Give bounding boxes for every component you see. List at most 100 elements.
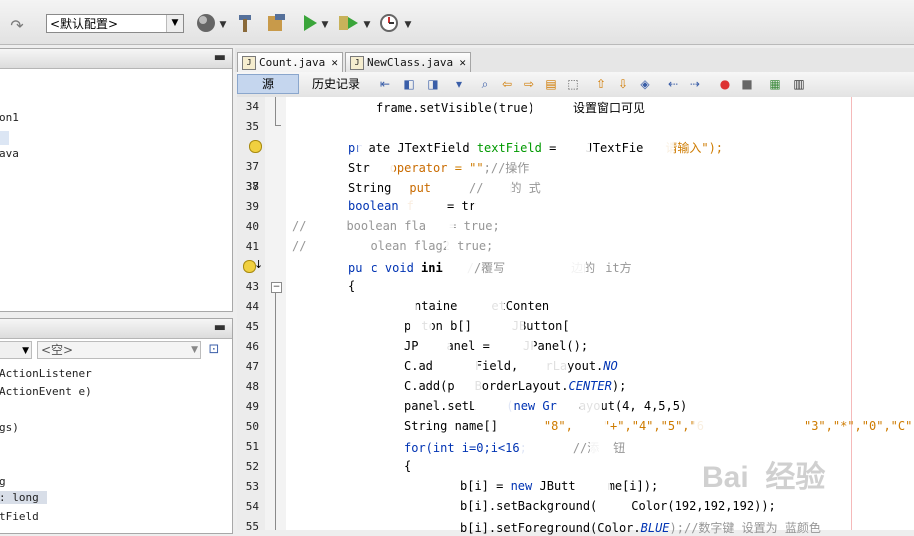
code-line-49: panel.setL (new Gr ayout(4, 4,5,5) bbox=[404, 399, 688, 413]
toggle-highlight-icon[interactable]: ▤ bbox=[543, 76, 559, 92]
privacy-blur bbox=[460, 376, 482, 394]
privacy-blur bbox=[504, 416, 544, 434]
privacy-blur bbox=[504, 336, 534, 354]
shift-left-icon[interactable]: ⇠ bbox=[665, 76, 681, 92]
filter-options-icon[interactable]: ⊡ bbox=[205, 341, 223, 359]
privacy-blur bbox=[640, 256, 680, 274]
code-line-53: b[i] = new JButt me[i]); bbox=[460, 479, 659, 493]
run-icon[interactable] bbox=[300, 12, 320, 34]
find-previous-icon[interactable]: ⇦ bbox=[499, 76, 515, 92]
line-number: 45 bbox=[245, 320, 259, 333]
privacy-blur bbox=[358, 138, 368, 154]
uncomment-icon[interactable]: ▥ bbox=[791, 76, 807, 92]
close-icon[interactable]: ✕ bbox=[459, 53, 466, 73]
forward-icon[interactable]: ◨ bbox=[425, 76, 441, 92]
line-number: 34 bbox=[245, 100, 259, 113]
navigator-item[interactable]: ActionEvent e) bbox=[0, 385, 92, 398]
right-margin-line bbox=[851, 97, 852, 530]
filter-field[interactable]: <空> ▼ bbox=[37, 341, 201, 359]
shift-right-icon[interactable]: ⇢ bbox=[687, 76, 703, 92]
globe-icon[interactable] bbox=[194, 12, 218, 34]
privacy-blur bbox=[340, 236, 362, 254]
toggle-bookmark-icon[interactable]: ◈ bbox=[637, 76, 653, 92]
watermark: Bai 经验 bbox=[702, 461, 826, 494]
next-bookmark-icon[interactable]: ⇩ bbox=[615, 76, 631, 92]
main-toolbar: ↷ <默认配置> ▼ ▼ ▼ ▼ ▼ bbox=[0, 0, 914, 45]
code-line-42: puc void ini//覆写边的it方 bbox=[348, 261, 632, 275]
line-number: 35 bbox=[245, 120, 259, 133]
java-file-icon: J bbox=[350, 56, 364, 70]
profile-icon[interactable] bbox=[378, 12, 400, 34]
privacy-blur bbox=[410, 316, 432, 334]
filter-field-value: <空> bbox=[41, 343, 74, 357]
fold-line bbox=[275, 293, 276, 530]
source-button[interactable]: 源 bbox=[237, 74, 299, 94]
dropdown-icon[interactable]: ▾ bbox=[451, 76, 467, 92]
code-line-50: String name[] "8", "+","4","5","6 "3","*","… bbox=[404, 419, 914, 433]
chevron-down-icon[interactable]: ▼ bbox=[166, 15, 183, 32]
code-line-47: C.ad Field, rLayout.NO bbox=[404, 359, 618, 373]
hint-bulb-icon[interactable] bbox=[249, 140, 262, 153]
back-icon[interactable]: ◧ bbox=[401, 76, 417, 92]
tab-count-java[interactable]: J Count.java ✕ bbox=[237, 52, 343, 72]
line-number: 48 bbox=[245, 380, 259, 393]
privacy-blur bbox=[474, 396, 514, 414]
previous-bookmark-icon[interactable]: ⇧ bbox=[593, 76, 609, 92]
java-file-icon: J bbox=[242, 56, 256, 70]
line-number: 39 bbox=[245, 200, 259, 213]
fold-toggle-icon[interactable]: − bbox=[271, 282, 282, 293]
navigator-item[interactable]: ActionListener bbox=[0, 367, 92, 380]
projects-panel: ▬ on1 ava bbox=[0, 48, 233, 312]
debug-icon[interactable] bbox=[336, 12, 360, 34]
line-number: 40 bbox=[245, 220, 259, 233]
line-number: 37 bbox=[245, 160, 259, 173]
privacy-blur bbox=[490, 176, 512, 194]
stop-macro-icon[interactable]: ■ bbox=[739, 76, 755, 92]
minimize-icon[interactable]: ▬ bbox=[214, 51, 226, 64]
navigator-item[interactable]: g bbox=[0, 475, 6, 488]
privacy-blur bbox=[392, 176, 410, 194]
privacy-blur bbox=[650, 136, 674, 154]
tab-newclass-java[interactable]: J NewClass.java ✕ bbox=[345, 52, 471, 72]
find-next-icon[interactable]: ⇨ bbox=[521, 76, 537, 92]
code-line-40: //boolean fla = true; bbox=[292, 219, 500, 233]
privacy-blur bbox=[576, 476, 610, 494]
run-dropdown-icon[interactable]: ▼ bbox=[320, 14, 330, 36]
rectangle-select-icon[interactable]: ⬚ bbox=[565, 76, 581, 92]
hammer-icon[interactable] bbox=[234, 12, 256, 34]
comment-icon[interactable]: ▦ bbox=[767, 76, 783, 92]
last-edit-icon[interactable]: ⇤ bbox=[377, 76, 393, 92]
redo-icon[interactable]: ↷ bbox=[6, 14, 28, 36]
chevron-down-icon[interactable]: ▼ bbox=[191, 342, 198, 358]
navigator-item-selected[interactable]: : long bbox=[0, 491, 47, 504]
close-icon[interactable]: ✕ bbox=[331, 53, 338, 73]
start-macro-icon[interactable]: ● bbox=[717, 76, 733, 92]
navigator-panel: ▬ ▼ <空> ▼ ⊡ ActionListener ActionEvent e… bbox=[0, 318, 233, 534]
privacy-blur bbox=[528, 256, 586, 274]
members-filter-dropdown[interactable]: ▼ bbox=[0, 341, 32, 359]
find-icon[interactable]: ⌕ bbox=[477, 76, 493, 92]
line-number: 47 bbox=[245, 360, 259, 373]
privacy-blur bbox=[362, 256, 372, 274]
code-line-55: b[i].setForeground(Color.BLUE);//数字键 设置为… bbox=[460, 521, 821, 535]
config-select[interactable]: <默认配置> ▼ bbox=[46, 14, 184, 33]
config-select-value: <默认配置> bbox=[50, 17, 119, 31]
tree-item[interactable]: on1 bbox=[0, 111, 19, 124]
debug-dropdown-icon[interactable]: ▼ bbox=[362, 14, 372, 36]
line-number: 50 bbox=[245, 420, 259, 433]
tree-item[interactable]: ava bbox=[0, 147, 19, 160]
minimize-icon[interactable]: ▬ bbox=[214, 321, 226, 334]
clean-build-icon[interactable] bbox=[264, 12, 290, 34]
globe-dropdown-icon[interactable]: ▼ bbox=[218, 14, 228, 36]
navigator-item[interactable]: tField bbox=[0, 510, 39, 523]
tree-item-selection bbox=[0, 131, 9, 145]
privacy-blur bbox=[464, 296, 504, 314]
navigator-item[interactable]: gs) bbox=[0, 421, 19, 434]
profile-dropdown-icon[interactable]: ▼ bbox=[403, 14, 413, 36]
override-arrow-icon[interactable]: ↓ bbox=[254, 258, 263, 271]
privacy-blur bbox=[580, 416, 606, 434]
privacy-blur bbox=[520, 436, 566, 454]
line-number: 55 bbox=[245, 520, 259, 533]
history-button[interactable]: 历史记录 bbox=[305, 74, 367, 94]
privacy-blur bbox=[562, 136, 590, 154]
